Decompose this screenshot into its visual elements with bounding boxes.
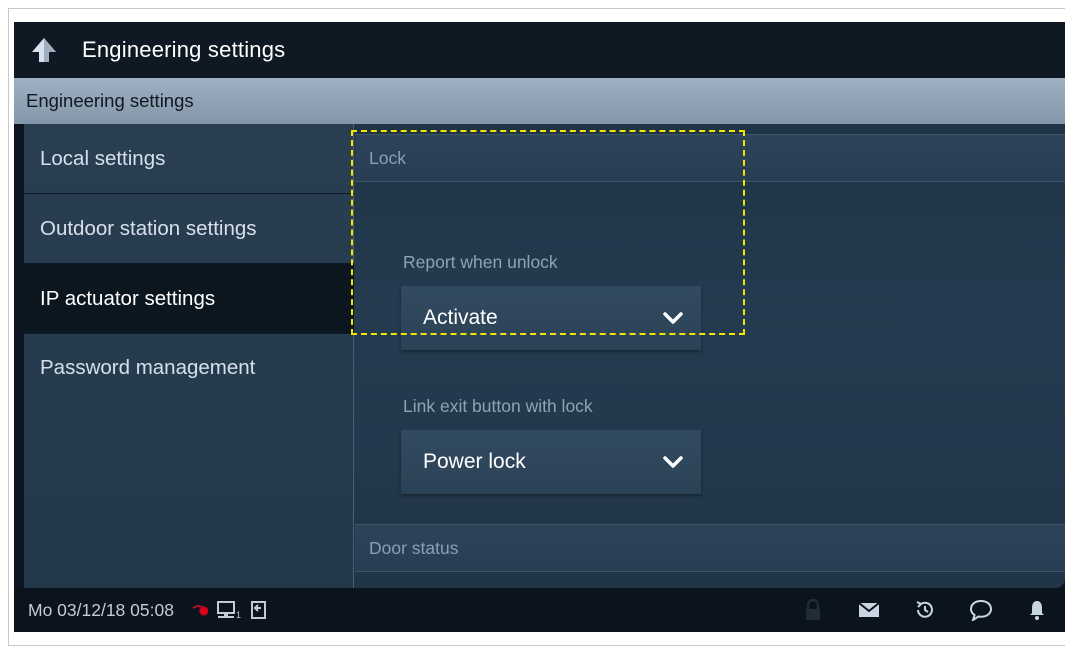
title-bar: Engineering settings [14,22,1065,78]
sidebar-item-label: Local settings [40,146,166,170]
chevron-down-icon [663,455,683,469]
sidebar: Local settings Outdoor station settings … [24,124,354,588]
message-icon[interactable] [953,588,1009,632]
link-exit-button-dropdown[interactable]: Power lock [401,430,701,494]
group-header-title: Lock [369,147,406,168]
sidebar-item-local-settings[interactable]: Local settings [24,124,354,194]
chevron-down-icon [663,311,683,325]
lock-icon[interactable] [785,588,841,632]
alarm-camera-icon [192,588,212,632]
history-icon[interactable] [897,588,953,632]
link-exit-button-label: Link exit button with lock [403,396,593,416]
settings-body: Local settings Outdoor station settings … [24,124,1065,588]
dropdown-value: Power lock [423,450,526,473]
sidebar-item-label: Outdoor station settings [40,216,257,240]
mail-icon[interactable] [841,588,897,632]
page-title: Engineering settings [82,37,286,62]
section-header-title: Engineering settings [26,90,194,111]
sidebar-item-ip-actuator-settings[interactable]: IP actuator settings [24,264,354,334]
sidebar-item-outdoor-station-settings[interactable]: Outdoor station settings [24,194,354,264]
group-header-door-status: Door status [355,524,1065,572]
report-when-unlock-label: Report when unlock [403,252,558,272]
dropdown-value: Activate [423,306,498,329]
network-suffix: 1 [236,610,241,620]
status-actions [785,588,1065,632]
report-when-unlock-dropdown[interactable]: Activate [401,286,701,350]
back-arrow-icon[interactable] [14,22,74,78]
section-header: Engineering settings [14,78,1065,124]
status-indicators: 1 [192,588,270,632]
group-header-title: Door status [369,537,459,558]
device-screen: Engineering settings Engineering setting… [14,22,1065,632]
door-exit-icon [248,588,270,632]
group-header-lock: Lock [355,134,1065,182]
sidebar-item-label: IP actuator settings [40,286,216,310]
status-datetime: Mo 03/12/18 05:08 [28,599,174,620]
sidebar-item-password-management[interactable]: Password management [24,334,354,588]
status-bar: Mo 03/12/18 05:08 1 [14,588,1065,632]
bell-icon[interactable] [1009,588,1065,632]
content-panel: Lock Report when unlock Activate Link ex… [355,124,1065,588]
sidebar-item-label: Password management [40,356,256,379]
network-icon: 1 [216,588,244,632]
